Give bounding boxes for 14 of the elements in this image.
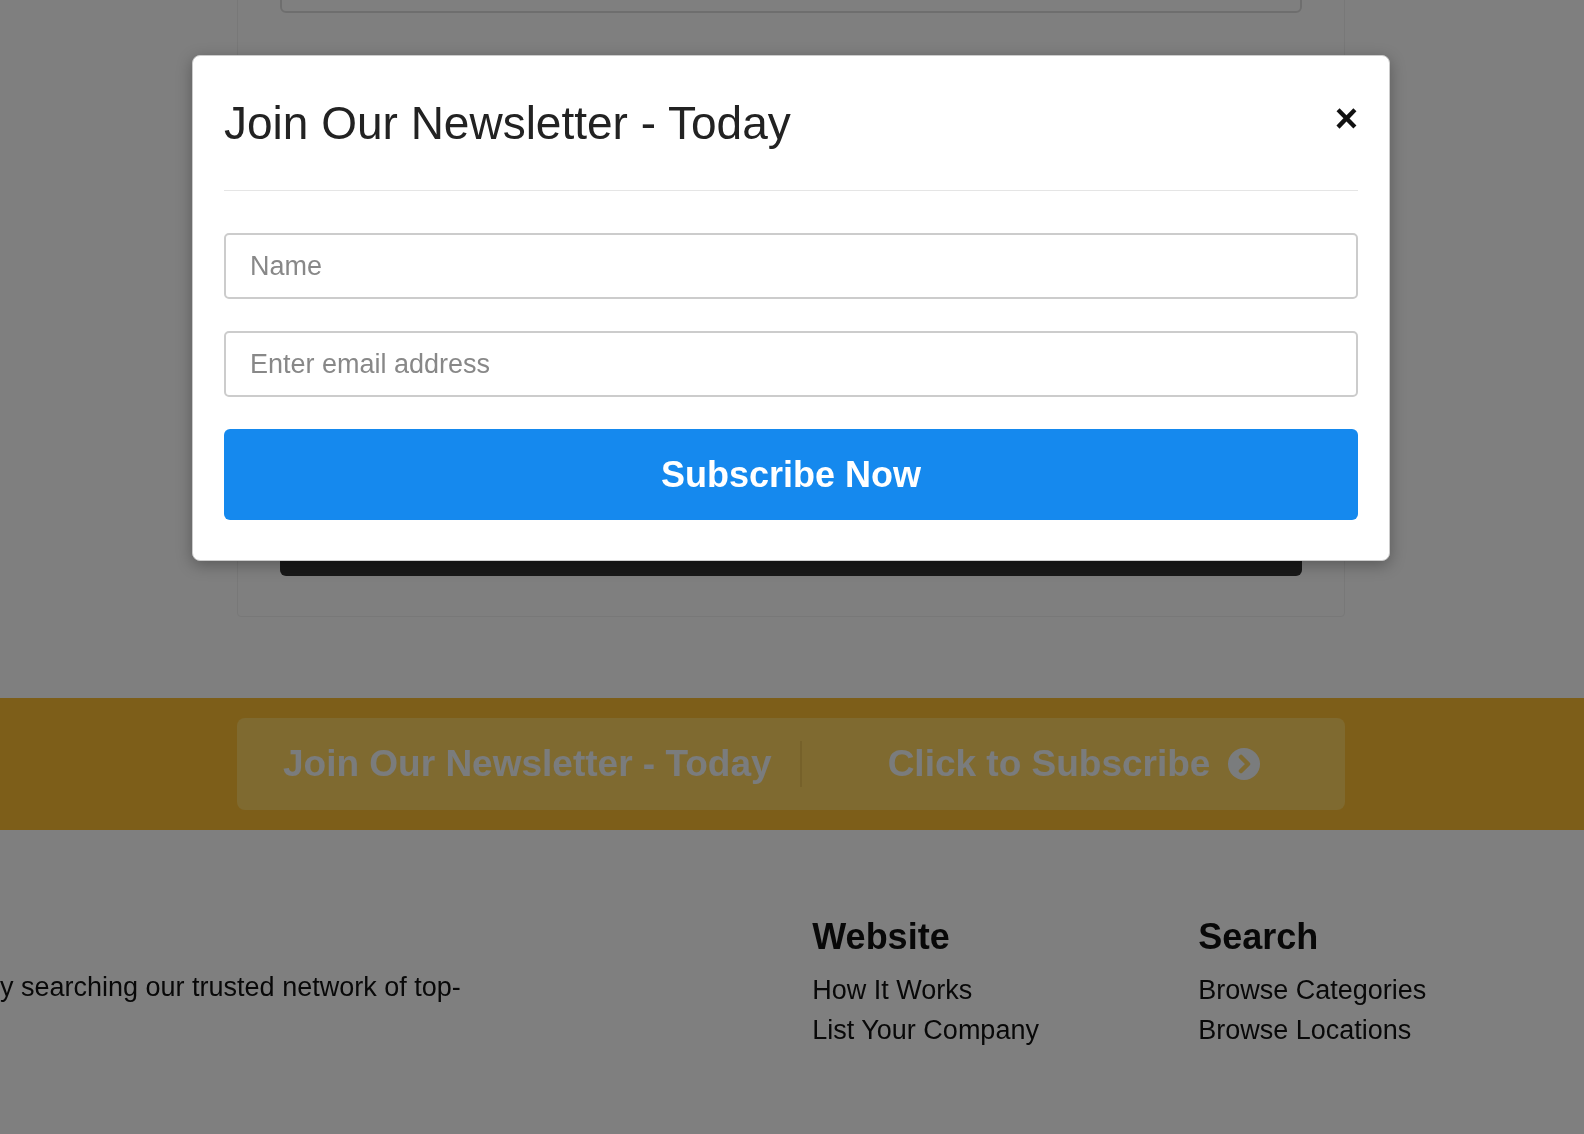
input-field[interactable]: Name	[224, 233, 1358, 299]
modal-title: Join Our Newsletter - Today	[224, 96, 791, 150]
banner-title: Join Our Newsletter - Today	[283, 743, 772, 785]
input-field[interactable]: Enter email address	[224, 331, 1358, 397]
footer-heading: Search	[1198, 916, 1320, 958]
chevron-circle-icon	[1228, 748, 1261, 780]
footer-link[interactable]: Browse Locations	[1198, 1010, 1584, 1050]
footer-heading: Website	[812, 916, 951, 958]
subscribe-button[interactable]: Subscribe Now	[224, 429, 1358, 520]
close-button[interactable]: ×	[1334, 98, 1358, 138]
about-text: y searching our trusted network of top-	[0, 972, 462, 1004]
footer-link[interactable]: How It Works	[812, 970, 1199, 1010]
footer-link[interactable]: Browse Categories	[1198, 970, 1584, 1010]
footer-link[interactable]: List Your Company	[812, 1010, 1199, 1050]
